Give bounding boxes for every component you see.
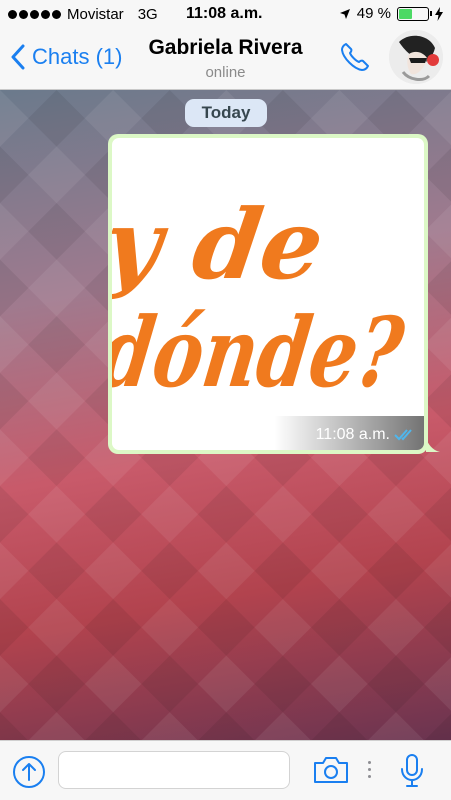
phone-icon bbox=[341, 43, 369, 71]
bubble-tail bbox=[426, 438, 440, 452]
network-type: 3G bbox=[137, 6, 158, 23]
attach-button[interactable] bbox=[12, 755, 46, 794]
status-left: Movistar 3G bbox=[8, 6, 158, 23]
contact-avatar[interactable] bbox=[389, 30, 443, 84]
carrier-name: Movistar bbox=[67, 6, 124, 23]
back-button[interactable]: Chats (1) bbox=[10, 44, 122, 70]
battery-percent: 49 % bbox=[356, 5, 391, 22]
message-input[interactable] bbox=[58, 751, 290, 789]
status-bar: Movistar 3G 11:08 a.m. 49 % bbox=[0, 0, 451, 30]
message-image[interactable]: y de dónde? 11:08 a.m. bbox=[112, 138, 424, 450]
status-right: 49 % bbox=[339, 5, 443, 22]
call-button[interactable] bbox=[338, 40, 372, 79]
battery-icon bbox=[397, 6, 432, 21]
read-receipt-icon bbox=[394, 429, 412, 441]
message-input-bar bbox=[0, 740, 451, 800]
image-message-bubble[interactable]: y de dónde? 11:08 a.m. bbox=[108, 134, 440, 454]
message-meta: 11:08 a.m. bbox=[316, 426, 416, 444]
image-text-line2: dónde? bbox=[112, 295, 411, 408]
location-arrow-icon bbox=[339, 8, 350, 19]
battery-fill bbox=[399, 8, 412, 19]
upload-arrow-icon bbox=[13, 756, 45, 788]
avatar-image bbox=[389, 30, 443, 84]
more-options-separator bbox=[368, 761, 371, 778]
message-time: 11:08 a.m. bbox=[315, 426, 390, 443]
status-time: 11:08 a.m. bbox=[186, 5, 263, 22]
charging-bolt-icon bbox=[435, 6, 443, 21]
signal-strength-icon bbox=[8, 10, 61, 19]
chevron-left-icon bbox=[11, 44, 25, 70]
date-separator: Today bbox=[185, 99, 267, 127]
chat-header: Chats (1) Gabriela Rivera online bbox=[0, 30, 451, 90]
camera-button[interactable] bbox=[313, 756, 349, 789]
image-text-line1: y de bbox=[112, 187, 330, 300]
chat-area[interactable]: Today y de dónde? 11:08 a.m. bbox=[0, 90, 451, 740]
image-content: y de dónde? bbox=[112, 187, 411, 408]
microphone-icon bbox=[401, 754, 423, 787]
back-label: Chats (1) bbox=[32, 44, 123, 69]
camera-icon bbox=[314, 757, 348, 783]
voice-record-button[interactable] bbox=[399, 753, 425, 794]
